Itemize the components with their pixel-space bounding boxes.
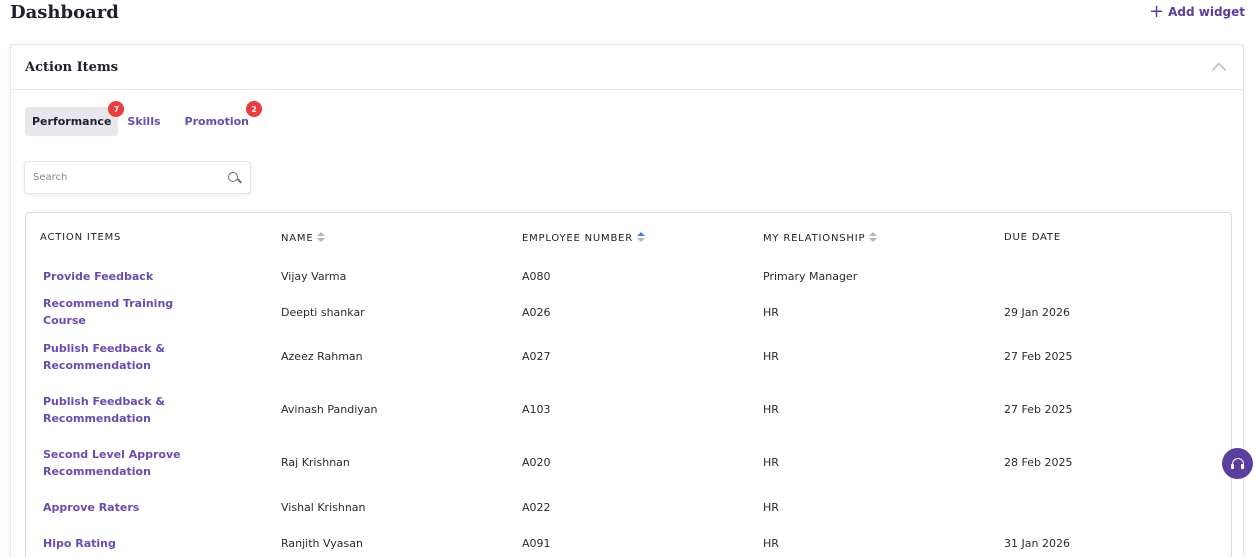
relationship: HR [763,536,779,550]
action-items-table: ACTION ITEMS NAME EMPLOYEE NUMBER MY REL… [25,212,1232,557]
search-box [24,161,251,194]
due-date: 27 Feb 2025 [1004,350,1073,363]
employee-name: Raj Krishnan [281,456,350,469]
help-support-button[interactable] [1222,448,1253,479]
due-date: 29 Jan 2026 [1004,305,1070,319]
employee-name: Vijay Varma [281,269,347,283]
employee-name: Ranjith Vyasan [281,536,363,550]
add-widget-label: Add widget [1168,5,1245,19]
table-row: Second Level Approve Recommendation Raj … [26,436,1231,489]
relationship: Primary Manager [763,269,858,283]
relationship: HR [763,305,779,319]
due-date [990,489,1231,525]
column-header-due-date: DUE DATE [1004,232,1061,243]
employee-number: A020 [522,456,551,469]
employee-number: A022 [522,500,551,514]
employee-name: Azeez Rahman [281,350,363,363]
column-header-my-relationship[interactable]: MY RELATIONSHIP [749,213,990,258]
employee-name: Vishal Krishnan [281,500,366,514]
relationship: HR [763,500,779,514]
due-date: 31 Jan 2026 [1004,536,1070,550]
sort-icon[interactable] [869,232,878,244]
table-row: Approve Raters Vishal Krishnan A022 HR [26,489,1231,525]
tab-label: Promotion [184,115,250,128]
column-header-action-items: ACTION ITEMS [40,232,122,243]
column-header-employee-number[interactable]: EMPLOYEE NUMBER [508,213,749,258]
sort-icon[interactable] [317,232,326,244]
table-row: Provide Feedback Vijay Varma A080 Primar… [26,258,1231,294]
relationship: HR [763,456,779,469]
action-item-link[interactable]: Publish Feedback & Recommendation [43,393,193,427]
headset-icon [1230,457,1245,471]
employee-number: A026 [522,305,551,319]
search-icon[interactable] [226,170,242,186]
tab-label: Skills [127,115,161,128]
tab-skills[interactable]: Skills [120,107,167,136]
sort-ascending-icon[interactable] [637,232,645,244]
employee-name: Deepti shankar [281,305,365,319]
due-date [990,258,1231,294]
employee-number: A103 [522,403,551,416]
action-item-link[interactable]: Provide Feedback [43,268,153,285]
employee-number: A080 [522,269,551,283]
add-widget-button[interactable]: + Add widget [1149,1,1245,22]
page-title: Dashboard [10,2,119,23]
card-header: Action Items [11,45,1243,90]
count-badge: 2 [246,101,263,117]
due-date: 27 Feb 2025 [1004,403,1073,416]
table-header-row: ACTION ITEMS NAME EMPLOYEE NUMBER MY REL… [26,213,1231,258]
action-item-link[interactable]: Publish Feedback & Recommendation [43,340,193,374]
table-row: Recommend Training Course Deepti shankar… [26,294,1231,330]
action-item-link[interactable]: Second Level Approve Recommendation [43,446,193,480]
table-row: Publish Feedback & Recommendation Avinas… [26,383,1231,436]
employee-number: A027 [522,350,551,363]
tab-performance[interactable]: Performance 7 [25,101,125,136]
employee-number: A091 [522,536,551,550]
action-item-link[interactable]: Approve Raters [43,499,139,516]
action-item-link[interactable]: Hipo Rating [43,535,116,552]
action-items-card: Action Items Performance 7 Skills Promot… [10,44,1244,557]
chevron-up-icon[interactable] [1209,57,1229,77]
search-input[interactable] [33,172,226,183]
card-title: Action Items [25,59,119,75]
tab-label: Performance [32,115,112,128]
table-row: Hipo Rating Ranjith Vyasan A091 HR 31 Ja… [26,525,1231,557]
plus-icon: + [1149,1,1165,22]
relationship: HR [763,403,779,416]
relationship: HR [763,350,779,363]
action-item-link[interactable]: Recommend Training Course [43,295,193,329]
column-header-name[interactable]: NAME [267,213,508,258]
table-row: Publish Feedback & Recommendation Azeez … [26,330,1231,383]
due-date: 28 Feb 2025 [1004,456,1073,469]
employee-name: Avinash Pandiyan [281,403,378,416]
tab-bar: Performance 7 Skills Promotion 2 [25,101,263,136]
tab-promotion[interactable]: Promotion 2 [178,101,263,136]
